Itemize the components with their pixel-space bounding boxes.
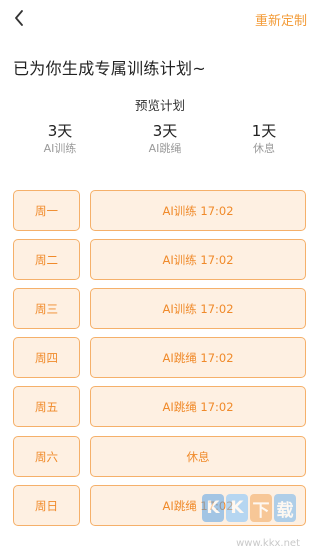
stat-label: AI跳绳: [148, 142, 182, 155]
plan-summary: 3天 AI训练 3天 AI跳绳 1天 休息: [0, 121, 320, 161]
schedule-row-tuesday: 周二 AI训练 17:02: [0, 239, 320, 280]
stat-label: AI训练: [43, 142, 77, 155]
day-chip[interactable]: 周二: [13, 239, 80, 280]
activity-chip[interactable]: AI训练 17:02: [90, 239, 306, 280]
day-chip[interactable]: 周日: [13, 485, 80, 526]
day-chip[interactable]: 周三: [13, 288, 80, 329]
watermark-url: www.kkx.net: [236, 538, 300, 549]
schedule-row-thursday: 周四 AI跳绳 17:02: [0, 337, 320, 378]
day-chip[interactable]: 周一: [13, 190, 80, 231]
back-button[interactable]: [10, 6, 28, 30]
stat-label: 休息: [253, 142, 275, 155]
page-headline: 已为你生成专属训练计划~: [13, 59, 207, 78]
schedule-row-sunday: 周日 AI跳绳 17:02: [0, 485, 320, 526]
activity-chip[interactable]: AI跳绳 17:02: [90, 386, 306, 427]
schedule-row-saturday: 周六 休息: [0, 436, 320, 477]
top-bar: 重新定制: [0, 0, 320, 38]
stat-ai-jump-rope: 3天 AI跳绳: [130, 121, 200, 157]
activity-chip[interactable]: AI训练 17:02: [90, 288, 306, 329]
reset-plan-button[interactable]: 重新定制: [255, 10, 307, 29]
schedule-row-wednesday: 周三 AI训练 17:02: [0, 288, 320, 329]
activity-chip[interactable]: 休息: [90, 436, 306, 477]
stat-value: 3天: [47, 122, 73, 140]
stat-ai-training: 3天 AI训练: [25, 121, 95, 157]
day-chip[interactable]: 周五: [13, 386, 80, 427]
activity-chip[interactable]: AI跳绳 17:02: [90, 337, 306, 378]
activity-chip[interactable]: AI训练 17:02: [90, 190, 306, 231]
stat-value: 3天: [152, 122, 178, 140]
day-chip[interactable]: 周六: [13, 436, 80, 477]
schedule-row-friday: 周五 AI跳绳 17:02: [0, 386, 320, 427]
activity-chip[interactable]: AI跳绳 17:02: [90, 485, 306, 526]
preview-title: 预览计划: [134, 98, 185, 113]
schedule-row-monday: 周一 AI训练 17:02: [0, 190, 320, 231]
stat-rest: 1天 休息: [229, 121, 299, 157]
chevron-left-icon: [15, 10, 23, 26]
stat-value: 1天: [251, 122, 277, 140]
day-chip[interactable]: 周四: [13, 337, 80, 378]
